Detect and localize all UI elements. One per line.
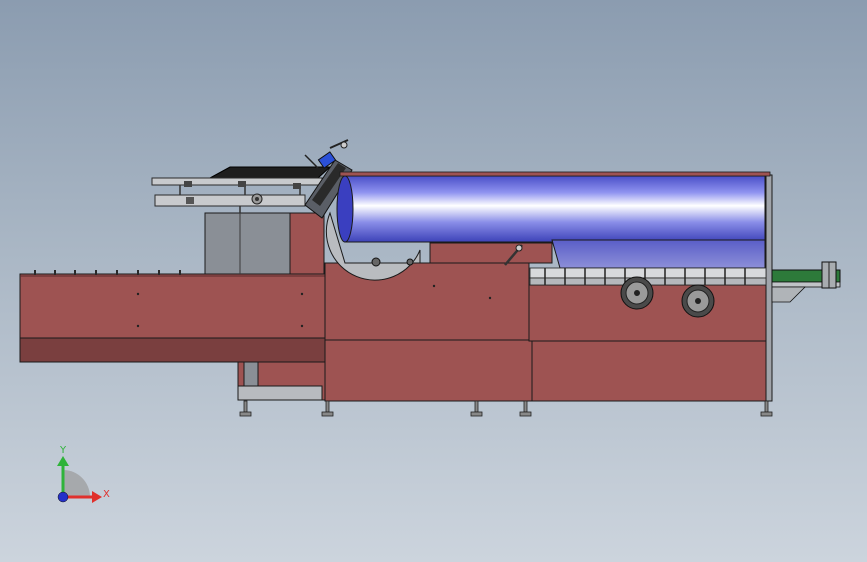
triad-y-arrow	[57, 456, 69, 466]
infeed-conveyor	[19, 270, 326, 363]
protective-hood	[336, 171, 771, 269]
magazine-stand	[204, 212, 325, 275]
cad-viewport[interactable]: Y X	[0, 0, 867, 562]
triad-z-axis	[57, 491, 69, 503]
outfeed-conveyor	[771, 261, 841, 303]
leveling-feet	[239, 400, 773, 417]
lower-stand	[237, 361, 326, 401]
glue-wheel-right	[681, 284, 715, 318]
triad-quadrant	[63, 470, 90, 497]
triad-x-arrow	[92, 491, 102, 503]
carton-magazine	[151, 166, 332, 213]
triad-x-label: X	[103, 489, 110, 500]
triad-y-label: Y	[59, 445, 67, 456]
glue-wheel-left	[620, 276, 654, 310]
machine-model[interactable]: Y X	[0, 0, 867, 562]
coordinate-triad: Y X	[57, 445, 110, 503]
